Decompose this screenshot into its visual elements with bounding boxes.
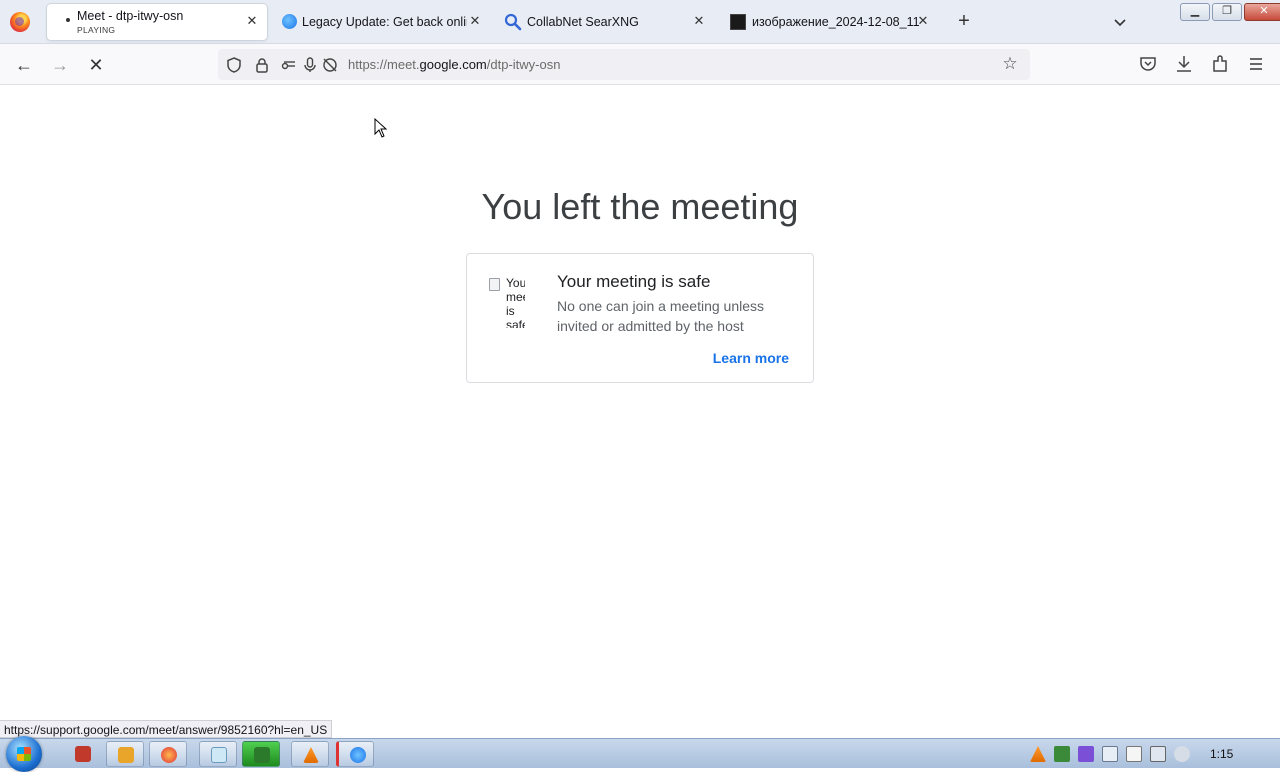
tray-flag-icon[interactable] <box>1126 746 1142 762</box>
tray-volume-icon[interactable] <box>1174 746 1190 762</box>
page-content: You left the meeting Your meeting is saf… <box>0 86 1280 738</box>
image-placeholder-icon <box>489 278 500 291</box>
url-path: /dtp-itwy-osn <box>486 57 561 72</box>
card-description: No one can join a meeting unless invited… <box>557 298 765 334</box>
image-alt-text: Your meeting is safe <box>506 276 525 328</box>
tab-title: CollabNet SearXNG <box>527 15 639 29</box>
tab-title: изображение_2024-12-08_1103 <box>752 15 920 29</box>
taskbar-app-5[interactable] <box>242 741 280 767</box>
tray-network-icon[interactable] <box>1054 746 1070 762</box>
globe-icon <box>350 747 366 763</box>
tab-meet[interactable]: Meet - dtp-itwy-osn PLAYING ✕ <box>47 4 267 40</box>
lock-icon[interactable] <box>253 56 271 74</box>
taskbar-app-1[interactable] <box>64 741 102 767</box>
url-prefix: https://meet. <box>348 57 420 72</box>
url-host: google.com <box>419 57 487 72</box>
notepad-icon <box>211 747 227 763</box>
page-title: You left the meeting <box>481 186 799 227</box>
stop-loading-button[interactable]: ✕ <box>83 52 109 78</box>
close-icon[interactable]: ✕ <box>692 14 706 28</box>
search-icon <box>504 13 522 31</box>
microphone-icon[interactable] <box>301 56 319 74</box>
new-tab-button[interactable]: + <box>952 10 976 34</box>
tray-microphone-icon[interactable] <box>1078 746 1094 762</box>
navigation-bar: ← → ✕ https://meet.google.com/dtp-itwy-o… <box>0 44 1280 85</box>
app-icon <box>254 747 270 763</box>
tab-strip: Meet - dtp-itwy-osn PLAYING ✕ Legacy Upd… <box>0 0 1280 44</box>
minimize-button[interactable]: ▁ <box>1180 3 1210 21</box>
url-bar[interactable]: https://meet.google.com/dtp-itwy-osn ☆ <box>218 49 1030 80</box>
status-url: https://support.google.com/meet/answer/9… <box>0 720 333 738</box>
start-button[interactable] <box>6 736 42 772</box>
permissions-icon[interactable] <box>280 56 298 74</box>
url-text[interactable]: https://meet.google.com/dtp-itwy-osn <box>348 57 560 72</box>
learn-more-link[interactable]: Learn more <box>713 350 789 366</box>
close-window-button[interactable]: ✕ <box>1244 3 1280 21</box>
taskbar-notepad[interactable] <box>199 741 237 767</box>
globe-icon <box>282 14 297 29</box>
tab-image[interactable]: изображение_2024-12-08_1103 ✕ <box>718 4 938 40</box>
app-icon <box>118 747 134 763</box>
broken-image-icon: Your meeting is safe <box>489 276 525 328</box>
close-icon[interactable]: ✕ <box>916 14 930 28</box>
firefox-icon <box>161 747 177 763</box>
taskbar-app-7[interactable] <box>336 741 374 767</box>
back-button[interactable]: ← <box>11 52 37 78</box>
menu-icon[interactable] <box>1245 53 1267 75</box>
mouse-cursor-icon <box>374 118 388 138</box>
taskbar-vlc[interactable] <box>291 741 329 767</box>
shield-icon[interactable] <box>225 56 243 74</box>
taskbar-clock[interactable]: 1:15 <box>1210 747 1233 761</box>
extensions-icon[interactable] <box>1209 53 1231 75</box>
chevron-down-icon[interactable] <box>1110 12 1130 32</box>
tab-subtitle: PLAYING <box>77 25 116 35</box>
tray-display-icon[interactable] <box>1150 746 1166 762</box>
close-icon[interactable]: ✕ <box>468 14 482 28</box>
pocket-icon[interactable] <box>1137 53 1159 75</box>
image-icon <box>730 14 746 30</box>
tray-vlc-icon[interactable] <box>1030 746 1046 762</box>
forward-button[interactable]: → <box>47 52 73 78</box>
meeting-safe-card: Your meeting is safe Your meeting is saf… <box>466 253 814 383</box>
card-title: Your meeting is safe <box>557 272 711 291</box>
taskbar-firefox[interactable] <box>149 741 187 767</box>
taskbar-app-2[interactable] <box>106 741 144 767</box>
tab-title: Legacy Update: Get back online <box>302 15 467 29</box>
taskbar: 1:15 <box>0 736 1280 772</box>
bookmark-star-icon[interactable]: ☆ <box>1000 54 1020 74</box>
window-controls: ▁ ❐ ✕ <box>1180 3 1280 21</box>
audio-dot-icon <box>66 18 70 22</box>
vlc-icon <box>303 747 319 763</box>
camera-blocked-icon[interactable] <box>321 56 339 74</box>
close-icon[interactable]: ✕ <box>245 14 259 28</box>
tray-document-icon[interactable] <box>1102 746 1118 762</box>
tab-legacy-update[interactable]: Legacy Update: Get back online ✕ <box>270 4 490 40</box>
app-icon <box>75 746 91 762</box>
tab-title: Meet - dtp-itwy-osn <box>77 9 184 23</box>
restore-button[interactable]: ❐ <box>1212 3 1242 21</box>
firefox-logo-icon[interactable] <box>10 12 30 32</box>
downloads-icon[interactable] <box>1173 53 1195 75</box>
tab-searxng[interactable]: CollabNet SearXNG ✕ <box>494 4 714 40</box>
